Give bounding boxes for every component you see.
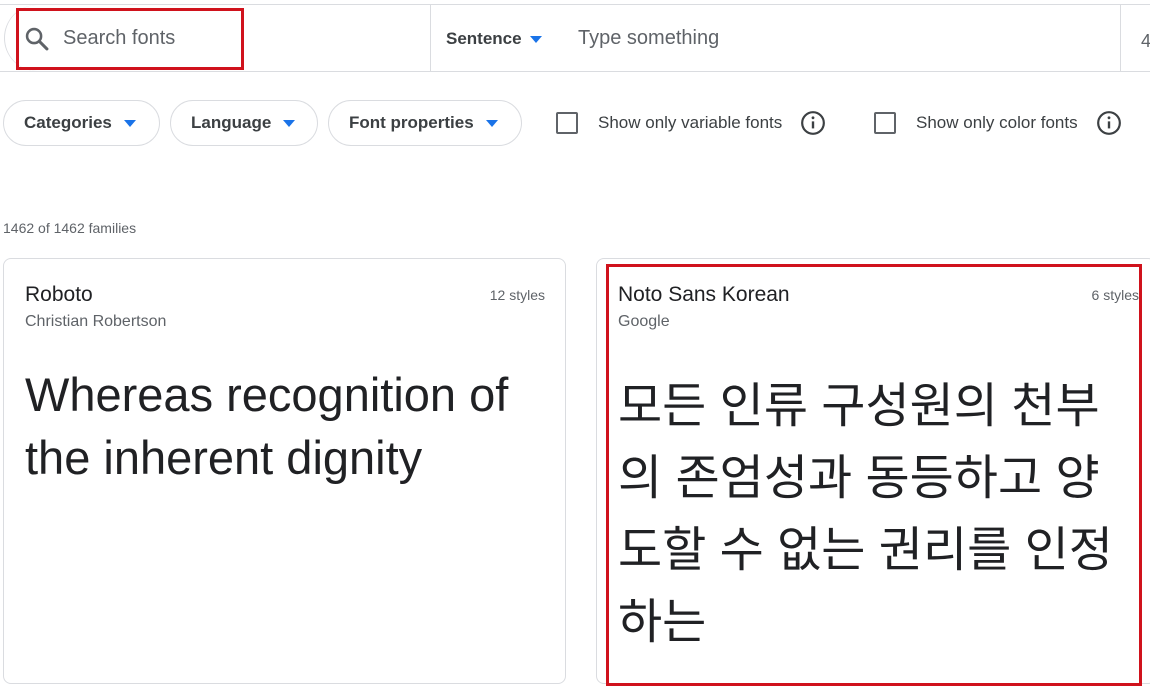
result-count: 1462 of 1462 families <box>3 220 137 236</box>
caret-down-icon <box>529 35 542 43</box>
preview-mode-select[interactable]: Sentence <box>446 24 542 54</box>
color-fonts-filter: Show only color fonts <box>874 110 1122 136</box>
font-name: Roboto <box>25 283 93 306</box>
categories-label: Categories <box>24 113 112 132</box>
font-styles-count: 12 styles <box>489 287 545 303</box>
font-size-value[interactable]: 4 <box>1141 31 1150 52</box>
language-label: Language <box>191 113 272 132</box>
font-properties-label: Font properties <box>349 113 474 132</box>
font-sample-text: Whereas recognition of the inherent dign… <box>25 368 509 484</box>
color-fonts-checkbox[interactable] <box>874 112 896 134</box>
variable-fonts-filter: Show only variable fonts <box>556 110 826 136</box>
info-icon[interactable] <box>800 110 826 136</box>
info-icon[interactable] <box>1096 110 1122 136</box>
font-card-noto-sans-korean[interactable]: Noto Sans Korean Google 6 styles 모든 인류 구… <box>596 258 1150 684</box>
font-sample-text: 모든 인류 구성원의 천부의 존엄성과 동등하고 양도할 수 없는 권리를 인정… <box>618 380 1113 649</box>
search-icon <box>25 27 49 51</box>
top-bar: Sentence 4 <box>0 4 1150 72</box>
color-fonts-label[interactable]: Show only color fonts <box>916 113 1078 133</box>
font-styles-count: 6 styles <box>1091 287 1139 303</box>
font-designer: Google <box>618 313 670 330</box>
font-name: Noto Sans Korean <box>618 283 790 306</box>
variable-fonts-label[interactable]: Show only variable fonts <box>598 113 782 133</box>
search-input[interactable] <box>63 21 363 55</box>
divider <box>1120 5 1121 71</box>
preview-mode-label: Sentence <box>446 29 522 48</box>
preview-text-input[interactable] <box>578 21 1098 55</box>
caret-down-icon <box>283 119 296 127</box>
font-designer: Christian Robertson <box>25 313 167 330</box>
google-fonts-page: Sentence 4 Categories Language Font prop… <box>0 0 1150 696</box>
search-box[interactable] <box>4 5 430 71</box>
caret-down-icon <box>123 119 136 127</box>
caret-down-icon <box>485 119 498 127</box>
variable-fonts-checkbox[interactable] <box>556 112 578 134</box>
divider <box>430 5 431 71</box>
language-dropdown[interactable]: Language <box>170 100 318 146</box>
font-card-roboto[interactable]: Roboto Christian Robertson 12 styles Whe… <box>3 258 566 684</box>
font-properties-dropdown[interactable]: Font properties <box>328 100 522 146</box>
categories-dropdown[interactable]: Categories <box>3 100 160 146</box>
